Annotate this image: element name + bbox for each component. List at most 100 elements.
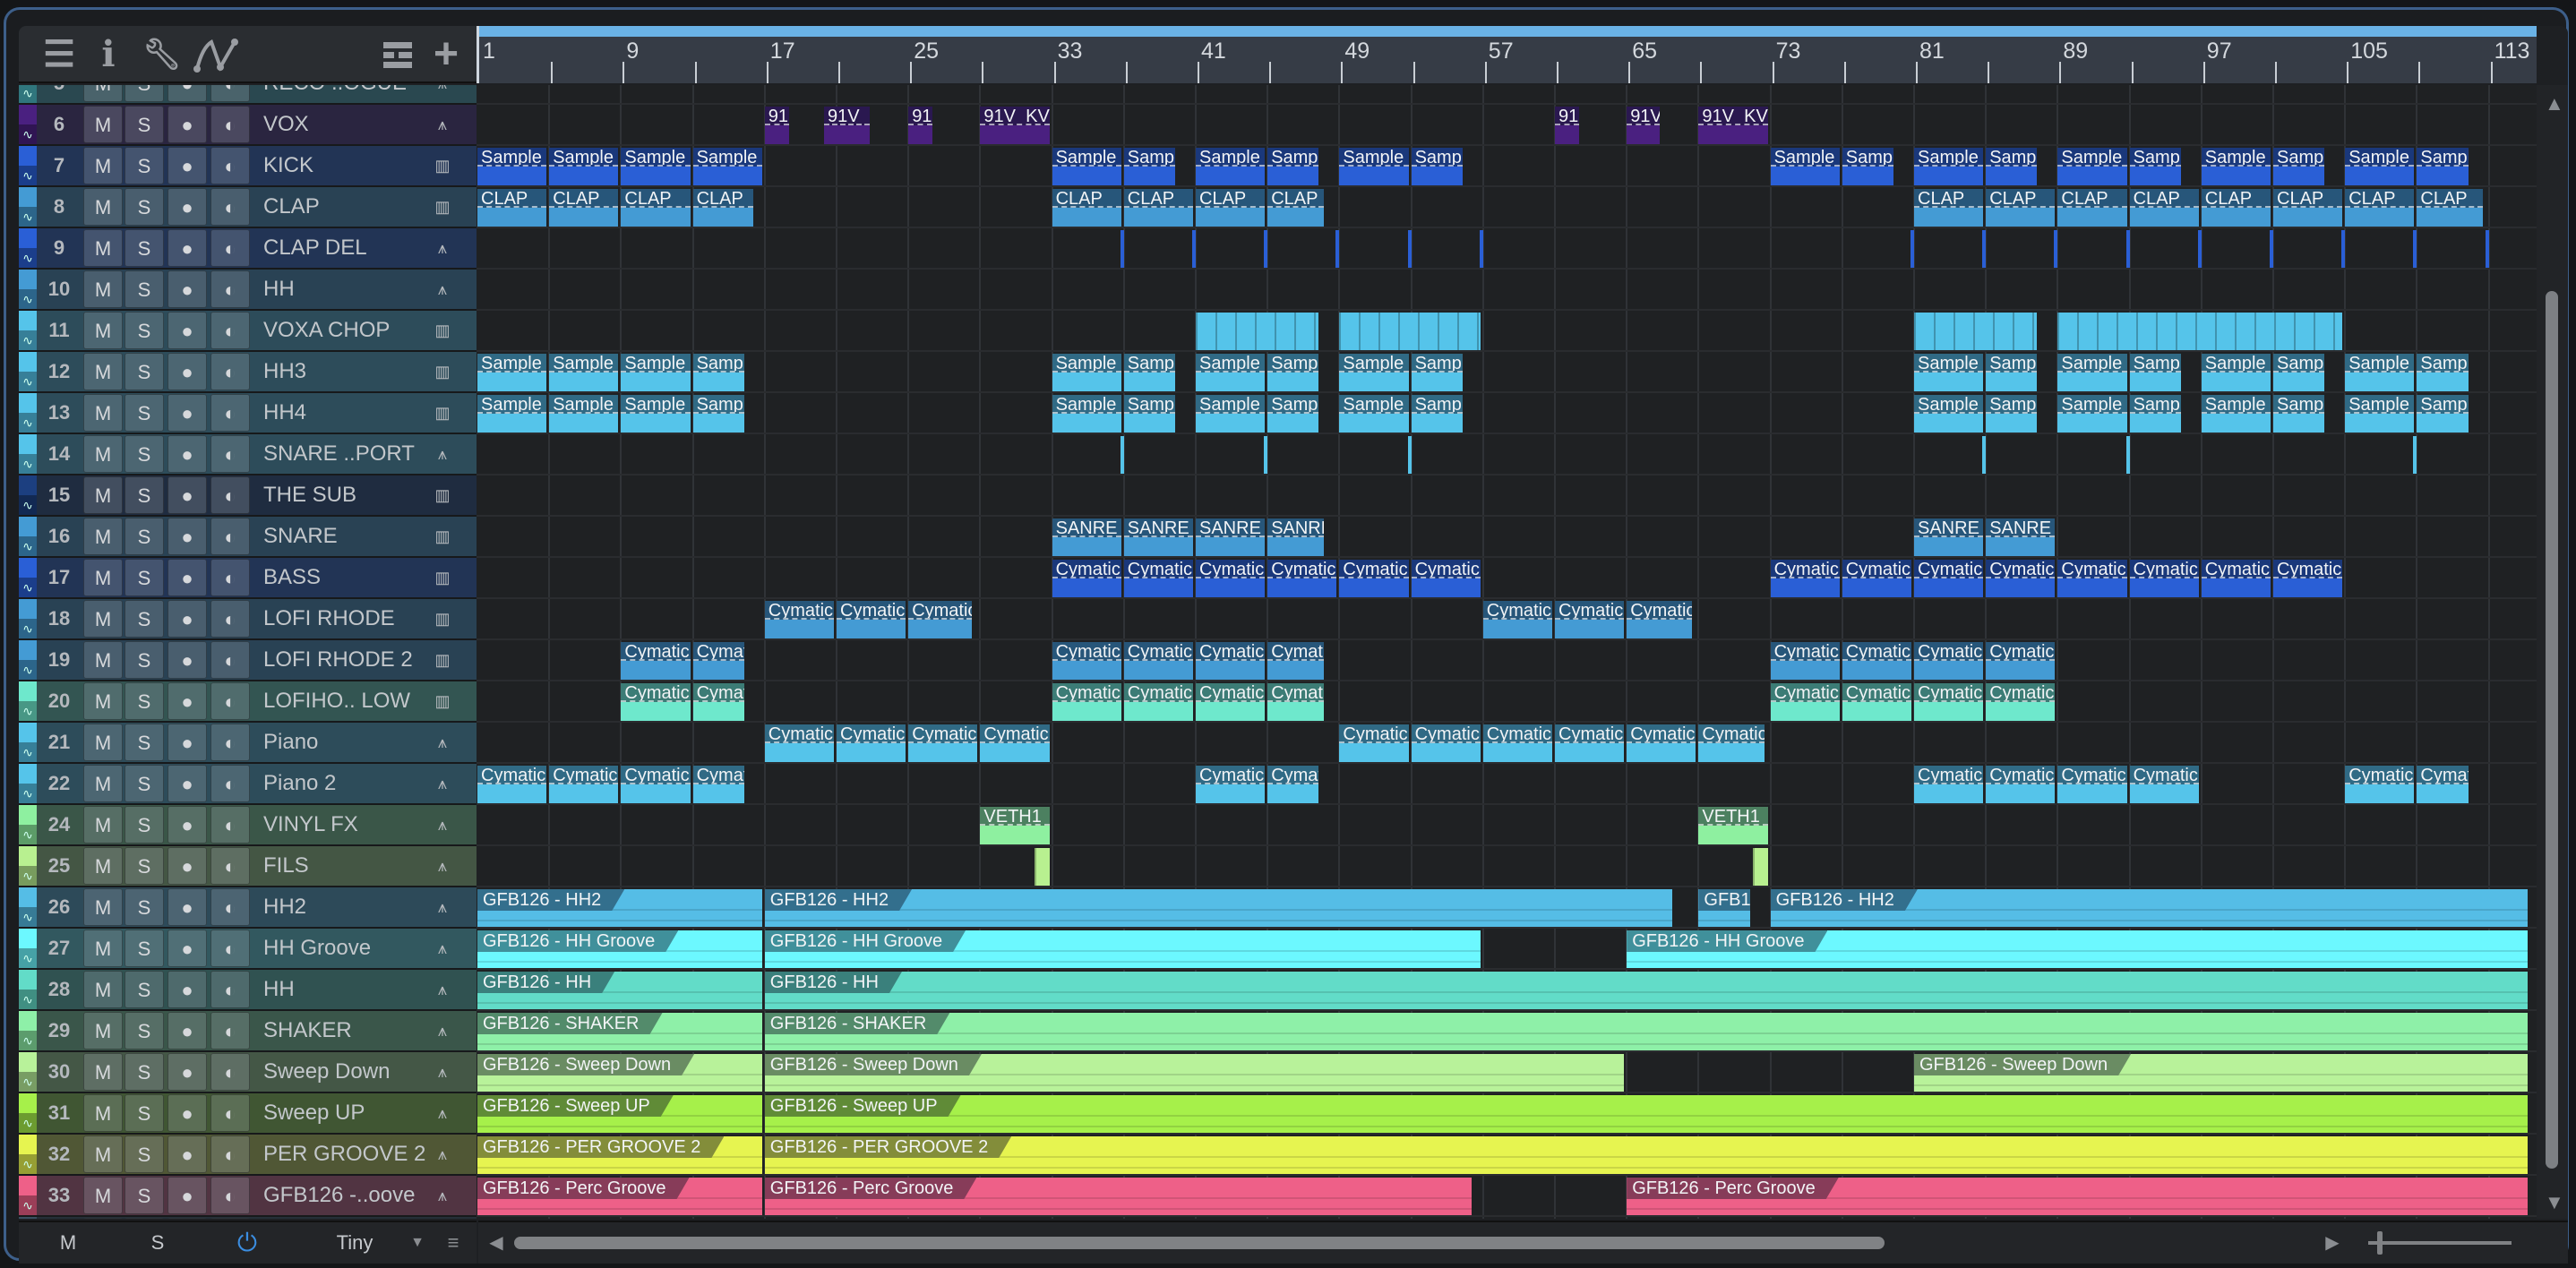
solo-button[interactable]: S: [125, 394, 164, 432]
midi-part[interactable]: Sample: [2201, 354, 2271, 391]
track-name[interactable]: HH: [253, 270, 457, 309]
midi-part[interactable]: CLAP: [692, 189, 753, 227]
record-arm-button[interactable]: ●: [167, 765, 207, 802]
track-row[interactable]: ∿ 7 M S ● ◐ KICK ▥ Sample Sample Sample Sample Sampl…: [19, 146, 2537, 187]
mute-button[interactable]: M: [83, 847, 123, 885]
automation-icon[interactable]: ∿: [19, 825, 37, 844]
midi-part[interactable]: Cymatic: [1555, 724, 1625, 762]
mute-button[interactable]: M: [83, 270, 123, 308]
scroll-down-icon[interactable]: ▼: [2545, 1191, 2564, 1214]
record-arm-button[interactable]: ●: [167, 1218, 207, 1219]
track-row[interactable]: ∿ 30 M S ● ◐ Sweep Down ⩚ GFB126 - Sweep Down GFB…: [19, 1052, 2537, 1093]
automation-icon[interactable]: ∿: [19, 1072, 37, 1092]
track-color-swatch[interactable]: [19, 846, 37, 866]
timeline-ruler[interactable]: 1 9 17 25 33 41 49 57 65 73 81 89 97 105 113: [477, 26, 2537, 83]
track-row[interactable]: ∿16MS●◐SNARE▥SANRESANRESANRESANRESANRESA…: [19, 517, 2537, 558]
monitor-button[interactable]: ◐: [210, 518, 250, 555]
monitor-button[interactable]: ◐: [210, 682, 250, 720]
mute-button[interactable]: M: [83, 1135, 123, 1173]
record-arm-button[interactable]: ●: [167, 106, 207, 143]
automation-icon[interactable]: ∿: [19, 166, 37, 185]
midi-part[interactable]: CLAP: [621, 189, 691, 227]
track-header[interactable]: ∿ 10 M S ● ◐ HH ⩚: [19, 270, 477, 311]
monitor-button[interactable]: ◐: [210, 1177, 250, 1214]
midi-part[interactable]: 91V_KV: [1698, 107, 1768, 144]
midi-part[interactable]: Cymatic: [1123, 560, 1193, 597]
record-arm-button[interactable]: ●: [167, 1094, 207, 1132]
midi-part[interactable]: Cymatic: [621, 642, 691, 680]
track-row[interactable]: ∿ 33 M S ● ◐ GFB126 -..oove ⩚ GFB126 - Perc Groo…: [19, 1176, 2537, 1217]
midi-part[interactable]: Cymatic: [1267, 642, 1325, 680]
midi-part[interactable]: Cymatic: [1482, 601, 1552, 638]
track-name[interactable]: Sweep UP: [253, 1093, 457, 1133]
solo-button[interactable]: S: [125, 641, 164, 679]
track-name[interactable]: SHAKER: [253, 1011, 457, 1050]
automation-icon[interactable]: ∿: [19, 784, 37, 803]
mute-button[interactable]: M: [83, 353, 123, 390]
solo-button[interactable]: S: [125, 518, 164, 555]
track-name[interactable]: KICK: [253, 146, 457, 185]
record-arm-button[interactable]: ●: [167, 930, 207, 967]
note-event[interactable]: [1407, 436, 1412, 474]
track-row[interactable]: ∿34MS●◐CELOS▥CELOSCELOS: [19, 1217, 2537, 1219]
audio-event[interactable]: GFB126 - HH2: [1770, 889, 2528, 927]
mute-button[interactable]: M: [83, 229, 123, 267]
midi-part[interactable]: Cymatic: [2273, 560, 2343, 597]
track-name[interactable]: PER GROOVE 2: [253, 1135, 457, 1174]
record-arm-button[interactable]: ●: [167, 518, 207, 555]
midi-part[interactable]: Cymatic: [549, 766, 619, 803]
midi-part[interactable]: Sample: [692, 395, 744, 433]
track-header[interactable]: ∿ 25 M S ● ◐ FILS ⩚: [19, 846, 477, 887]
track-header[interactable]: ∿ 11 M S ● ◐ VOXA CHOP ▥: [19, 311, 477, 352]
track-header[interactable]: ∿ 20 M S ● ◐ LOFIHO.. LOW ▥: [19, 681, 477, 723]
solo-button[interactable]: S: [125, 806, 164, 844]
midi-part[interactable]: Cymatic: [1123, 642, 1193, 680]
midi-part[interactable]: Sample: [1770, 148, 1840, 185]
midi-part[interactable]: Sample: [1052, 395, 1121, 433]
solo-button[interactable]: S: [125, 229, 164, 267]
track-row[interactable]: ∿ 9 M S ● ◐ CLAP DEL ⩚: [19, 228, 2537, 270]
mute-button[interactable]: M: [83, 1177, 123, 1214]
track-color-swatch[interactable]: [19, 1217, 37, 1219]
track-header[interactable]: ∿ 6 M S ● ◐ VOX ⩚: [19, 105, 477, 146]
midi-part[interactable]: CLAP: [549, 189, 619, 227]
record-arm-button[interactable]: ●: [167, 353, 207, 390]
mute-button[interactable]: M: [83, 765, 123, 802]
mute-button[interactable]: M: [83, 1218, 123, 1219]
view-options-icon[interactable]: [382, 35, 417, 74]
note-event[interactable]: [2270, 230, 2273, 268]
audio-event[interactable]: GFB126 - HH2: [477, 889, 762, 927]
midi-part[interactable]: Sample: [1123, 148, 1175, 185]
mute-button[interactable]: M: [83, 1094, 123, 1132]
audio-event[interactable]: GFB126 - Sweep Down: [1914, 1054, 2528, 1092]
track-name[interactable]: HH4: [253, 393, 457, 433]
record-arm-button[interactable]: ●: [167, 476, 207, 514]
midi-part[interactable]: Cymatic: [1842, 642, 1911, 680]
audio-event[interactable]: GFB126 - HH2: [1698, 889, 1750, 927]
track-color-swatch[interactable]: [19, 517, 37, 536]
track-row[interactable]: ∿12MS●◐HH3▥SampleSampleSampleSampleSampl…: [19, 352, 2537, 393]
midi-part[interactable]: Sample: [2417, 148, 2469, 185]
note-event[interactable]: [2125, 230, 2130, 268]
monitor-button[interactable]: ◐: [210, 394, 250, 432]
midi-part[interactable]: CLAP: [2273, 189, 2343, 227]
note-event[interactable]: [2485, 230, 2489, 268]
monitor-button[interactable]: ◐: [210, 106, 250, 143]
midi-part[interactable]: Sample: [2345, 354, 2415, 391]
track-color-swatch[interactable]: [19, 311, 37, 330]
note-event[interactable]: [1192, 230, 1196, 268]
midi-part[interactable]: [1196, 313, 1319, 350]
midi-part[interactable]: Sample: [1339, 354, 1409, 391]
track-row[interactable]: ∿ 8 M S ● ◐ CLAP ▥ CLAP CLAP CLAP CLAP CLAP CLAP CLAP C…: [19, 187, 2537, 228]
track-row[interactable]: ∿ 14 M S ● ◐ SNARE ..PORT ⩚: [19, 434, 2537, 476]
solo-all-button[interactable]: S: [117, 1222, 198, 1264]
audio-event[interactable]: GFB126 - Perc Groove: [764, 1178, 1472, 1215]
record-arm-button[interactable]: ●: [167, 971, 207, 1008]
track-name[interactable]: HH: [253, 970, 457, 1009]
mute-button[interactable]: M: [83, 312, 123, 349]
midi-part[interactable]: Cymatic: [1052, 560, 1121, 597]
record-arm-button[interactable]: ●: [167, 600, 207, 638]
note-event[interactable]: [1407, 230, 1412, 268]
midi-part[interactable]: Cymatic: [837, 724, 906, 762]
automation-icon[interactable]: ∿: [19, 701, 37, 721]
